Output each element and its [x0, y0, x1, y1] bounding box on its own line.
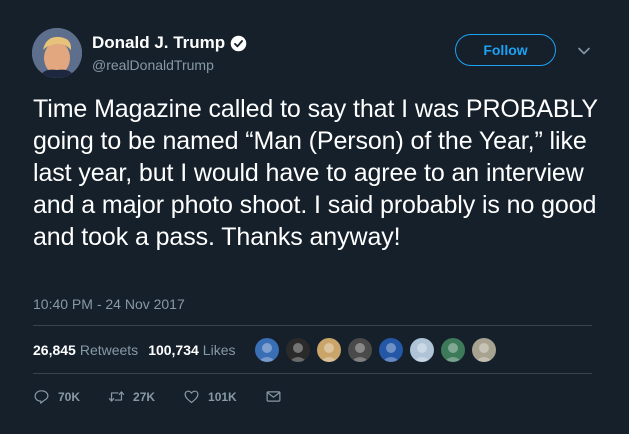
chevron-down-icon[interactable] [577, 44, 591, 58]
reply-button[interactable]: 70K [33, 388, 80, 405]
direct-message-icon[interactable] [265, 388, 282, 405]
likes-count: 100,734 [148, 342, 199, 358]
liker-avatar[interactable] [316, 337, 342, 363]
reply-count: 70K [58, 389, 81, 404]
liker-avatar[interactable] [285, 337, 311, 363]
retweet-icon [108, 391, 125, 402]
divider [33, 325, 592, 326]
avatar-image [32, 28, 82, 78]
like-count: 101K [208, 389, 237, 404]
liker-avatar[interactable] [440, 337, 466, 363]
tweet-timestamp[interactable]: 10:40 PM - 24 Nov 2017 [33, 296, 185, 312]
liker-avatar[interactable] [409, 337, 435, 363]
liker-avatar[interactable] [347, 337, 373, 363]
reply-icon [34, 390, 49, 404]
retweets-label: Retweets [79, 342, 139, 358]
author-name[interactable]: Donald J. Trump [92, 33, 225, 53]
divider [33, 373, 592, 374]
retweets-count: 26,845 [33, 342, 76, 358]
likes-stat[interactable]: 100,734 Likes [148, 342, 235, 358]
tweet-card: Donald J. Trump @realDonaldTrump Follow … [0, 0, 629, 434]
retweets-stat[interactable]: 26,845 Retweets [33, 342, 138, 358]
tweet-text: Time Magazine called to say that I was P… [33, 95, 598, 251]
tweet-actions: 70K 27K 101K [33, 388, 282, 405]
liker-avatar[interactable] [471, 337, 497, 363]
avatar[interactable] [32, 28, 82, 78]
verified-badge-icon [230, 35, 247, 51]
likes-label: Likes [202, 342, 236, 358]
retweet-count: 27K [133, 389, 156, 404]
follow-button[interactable]: Follow [455, 34, 556, 66]
liker-avatars [254, 337, 502, 363]
liker-avatar[interactable] [254, 337, 280, 363]
retweet-button[interactable]: 27K [108, 388, 155, 405]
liker-avatar[interactable] [378, 337, 404, 363]
author-name-row[interactable]: Donald J. Trump [92, 33, 247, 53]
engagement-stats: 26,845 Retweets 100,734 Likes [33, 342, 235, 358]
heart-icon [184, 390, 199, 404]
author-handle[interactable]: @realDonaldTrump [92, 57, 214, 73]
like-button[interactable]: 101K [183, 388, 237, 405]
